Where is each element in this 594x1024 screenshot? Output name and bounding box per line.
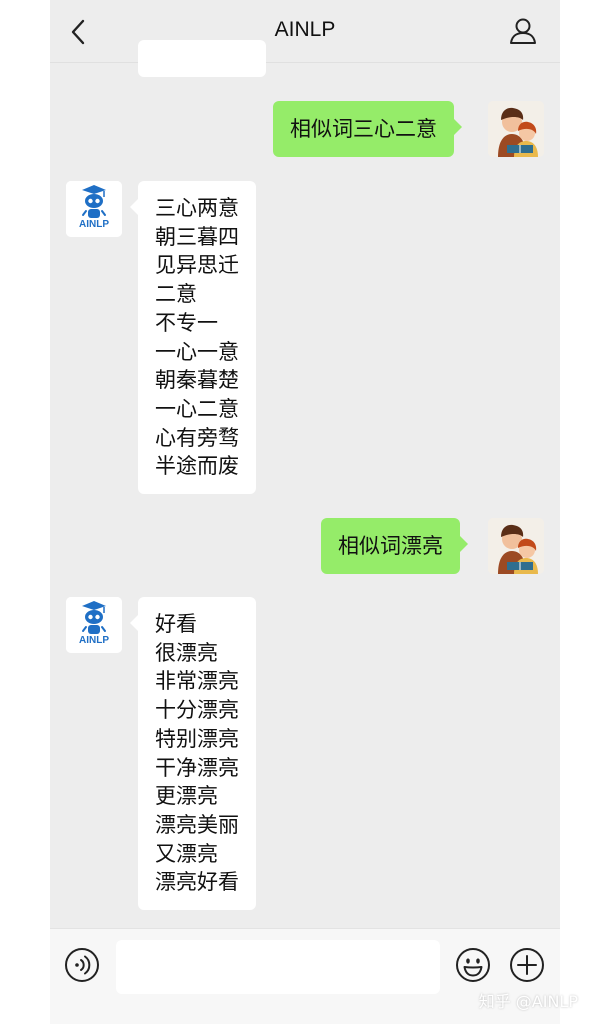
- message-line: 不专一: [155, 310, 218, 335]
- previous-message-bubble: [138, 40, 266, 77]
- user-message-bubble[interactable]: 相似词漂亮: [321, 518, 468, 574]
- bot-message-bubble[interactable]: 三心两意 朝三暮四 见异思迁 二意 不专一 一心一意 朝秦暮楚 一心二意 心有旁…: [130, 181, 256, 495]
- message-line: 特别漂亮: [155, 726, 239, 751]
- message-line: 十分漂亮: [155, 698, 239, 723]
- chat-screen: AINLP 相似词三心二意 AINLP 三心两意 朝三暮四 见异思迁 二意 不专…: [50, 0, 560, 1024]
- top-bar: AINLP: [50, 0, 560, 63]
- bot-avatar[interactable]: AINLP: [66, 597, 122, 653]
- message-text: 相似词三心二意: [290, 117, 437, 141]
- message-text: 好看 很漂亮 非常漂亮 十分漂亮 特别漂亮 干净漂亮 更漂亮 漂亮美丽 又漂亮 …: [138, 597, 256, 910]
- message-line: 一心一意: [155, 339, 239, 364]
- message-line: 见异思迁: [155, 253, 239, 278]
- message-text: 相似词漂亮: [338, 534, 443, 558]
- watermark: 知乎 @AINLP: [478, 992, 578, 1011]
- message-line: 非常漂亮: [155, 669, 239, 694]
- user-message-bubble[interactable]: 相似词三心二意: [273, 101, 462, 157]
- emoji-icon[interactable]: [455, 947, 491, 983]
- bubble-tail: [454, 119, 462, 135]
- message-line: 很漂亮: [155, 640, 218, 665]
- message-line: 朝三暮四: [155, 224, 239, 249]
- message-line: 又漂亮: [155, 841, 218, 866]
- bot-avatar[interactable]: AINLP: [66, 181, 122, 237]
- message-line: 漂亮好看: [155, 870, 239, 895]
- user-avatar[interactable]: [488, 518, 544, 574]
- message-line: 三心两意: [155, 196, 239, 220]
- voice-icon[interactable]: [64, 947, 100, 983]
- bot-avatar-label: AINLP: [79, 635, 109, 646]
- message-line: 漂亮美丽: [155, 812, 239, 837]
- bubble-tail: [130, 615, 138, 631]
- message-line: 一心二意: [155, 396, 239, 421]
- message-line: 好看: [155, 612, 197, 636]
- profile-icon[interactable]: [508, 16, 538, 46]
- bubble-tail: [460, 536, 468, 552]
- user-avatar-icon: [488, 518, 544, 574]
- message-line: 干净漂亮: [155, 755, 239, 780]
- message-line: 更漂亮: [155, 784, 218, 809]
- message-line: 二意: [155, 282, 197, 307]
- message-line: 心有旁骛: [155, 425, 239, 450]
- bot-message-bubble[interactable]: 好看 很漂亮 非常漂亮 十分漂亮 特别漂亮 干净漂亮 更漂亮 漂亮美丽 又漂亮 …: [130, 597, 256, 911]
- message-line: 半途而废: [155, 454, 239, 479]
- chat-title: AINLP: [274, 18, 336, 41]
- user-avatar-icon: [488, 101, 544, 157]
- bot-avatar-label: AINLP: [79, 219, 109, 230]
- user-avatar[interactable]: [488, 101, 544, 157]
- message-line: 朝秦暮楚: [155, 368, 239, 393]
- message-input[interactable]: [116, 940, 440, 994]
- message-text: 三心两意 朝三暮四 见异思迁 二意 不专一 一心一意 朝秦暮楚 一心二意 心有旁…: [138, 181, 256, 494]
- plus-icon[interactable]: [509, 947, 545, 983]
- bubble-tail: [130, 199, 138, 215]
